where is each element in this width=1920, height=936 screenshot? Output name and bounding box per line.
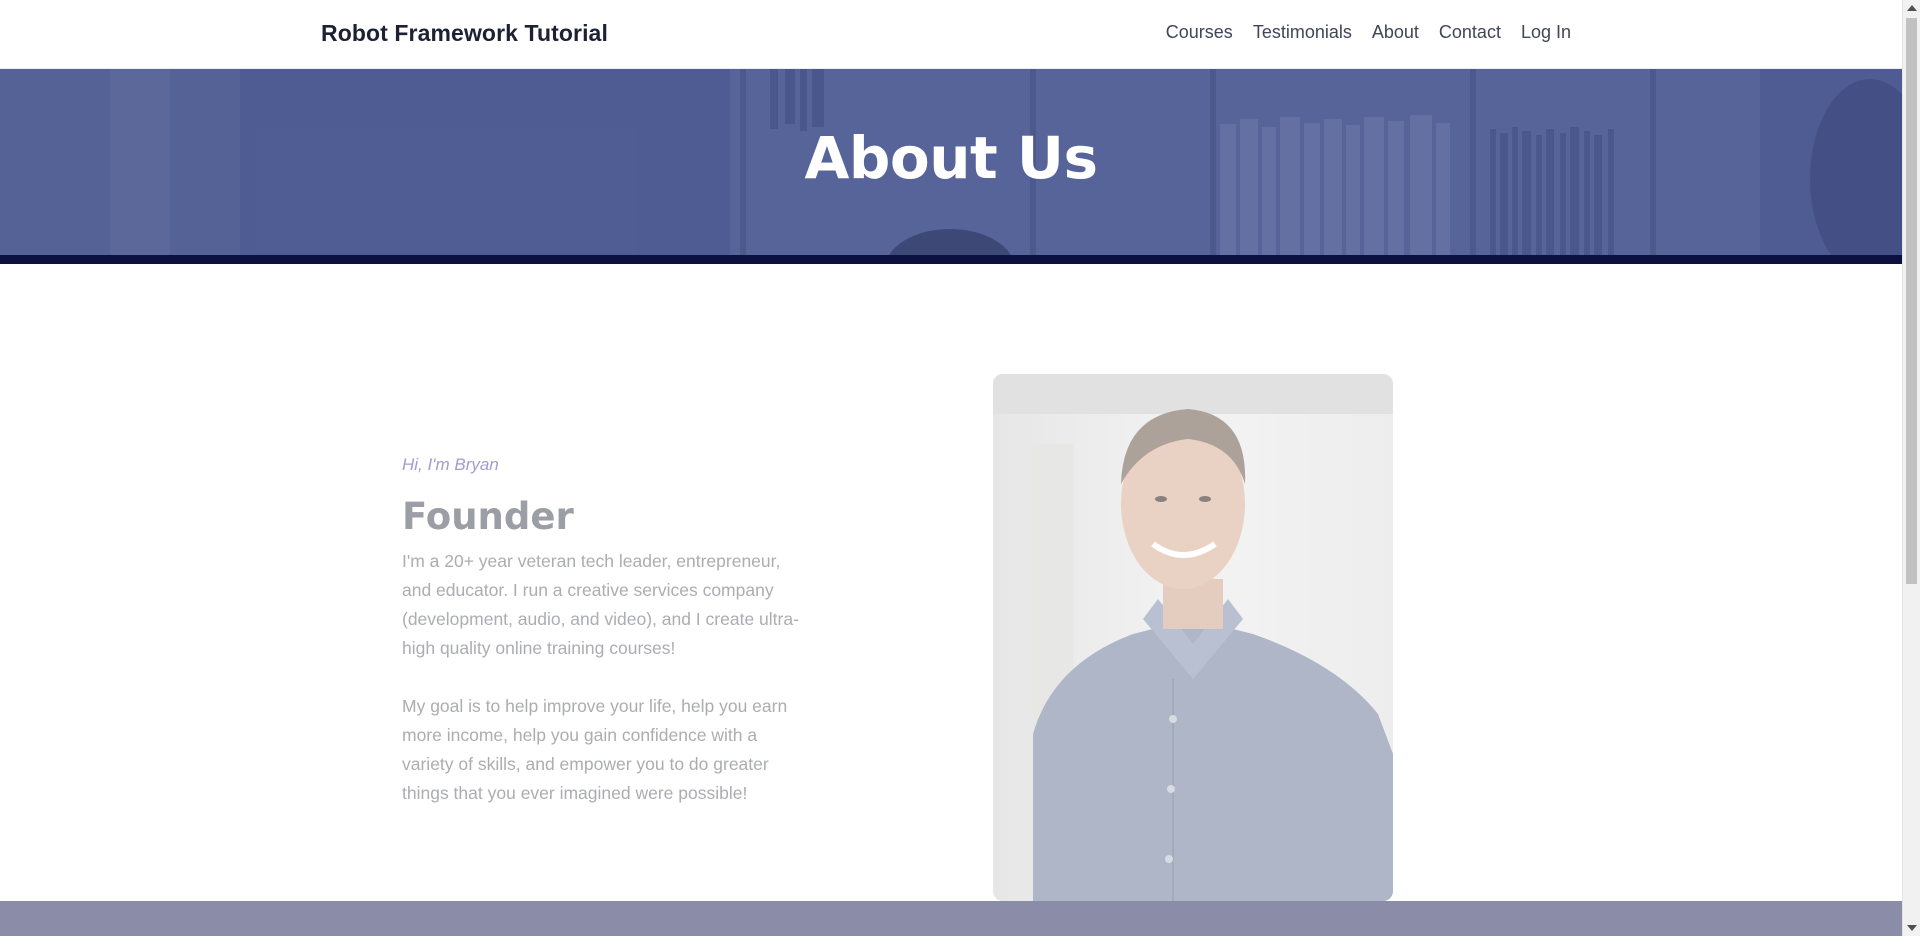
page-title: About Us — [804, 124, 1098, 192]
brand-logo-link[interactable]: Robot Framework Tutorial — [321, 20, 608, 47]
nav-courses[interactable]: Courses — [1166, 22, 1233, 43]
scroll-down-arrow-icon[interactable] — [1907, 925, 1917, 931]
bio-paragraph-2: My goal is to help improve your life, he… — [402, 696, 788, 803]
nav-contact[interactable]: Contact — [1439, 22, 1501, 43]
scrollbar-thumb[interactable] — [1906, 18, 1917, 584]
nav-log-in[interactable]: Log In — [1521, 22, 1571, 43]
vertical-scrollbar[interactable] — [1902, 0, 1920, 936]
nav-about[interactable]: About — [1372, 22, 1419, 43]
footer-band — [0, 901, 1902, 936]
bio-paragraph-1: I'm a 20+ year veteran tech leader, entr… — [402, 551, 799, 658]
hero-divider — [0, 255, 1902, 264]
main-nav: Courses Testimonials About Contact Log I… — [1146, 22, 1571, 43]
greeting-text: Hi, I'm Bryan — [402, 455, 499, 474]
founder-portrait-image — [993, 374, 1393, 901]
portrait-illustration — [993, 374, 1393, 901]
hero-banner: About Us — [0, 69, 1902, 255]
nav-testimonials[interactable]: Testimonials — [1253, 22, 1352, 43]
role-heading: Founder — [402, 495, 574, 538]
site-header: Robot Framework Tutorial Courses Testimo… — [0, 0, 1902, 69]
scroll-up-arrow-icon[interactable] — [1907, 5, 1917, 11]
